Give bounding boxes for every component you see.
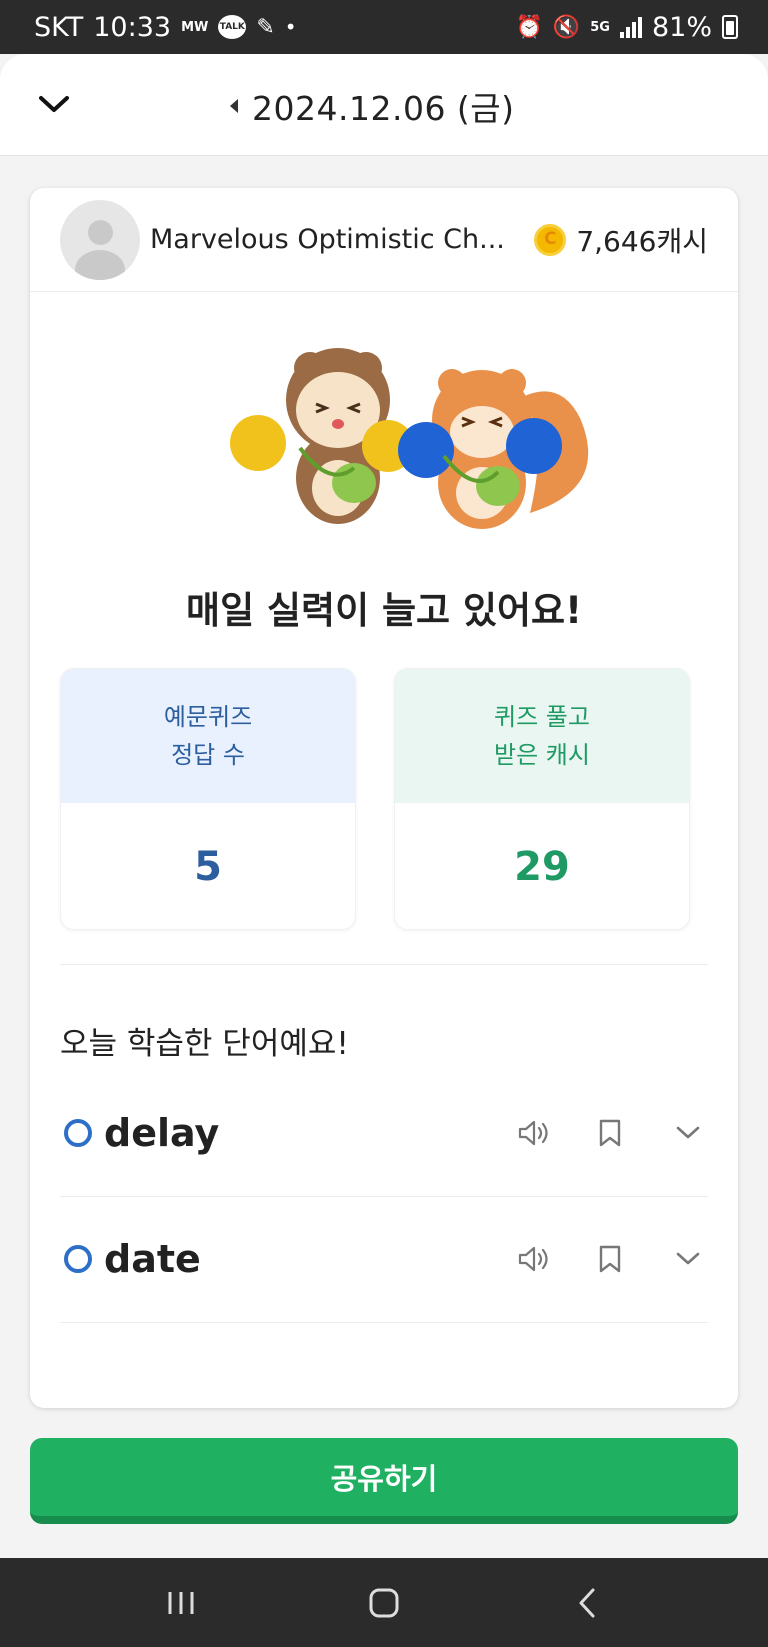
earned-cash-label-line1: 퀴즈 풀고 — [494, 703, 590, 731]
status-left: SKT 10:33 MW TALK ✎ • — [34, 12, 297, 43]
bookmark-button[interactable] — [590, 1239, 630, 1279]
speaker-button[interactable] — [514, 1113, 554, 1153]
bookmark-icon — [599, 1245, 621, 1273]
word-row[interactable]: delay — [60, 1070, 708, 1196]
status-bar: SKT 10:33 MW TALK ✎ • ⏰ 🔇 5G 81% — [0, 0, 768, 54]
word-row[interactable]: date — [60, 1196, 708, 1322]
kakaotalk-icon: TALK — [218, 15, 247, 39]
share-button[interactable]: 공유하기 — [30, 1438, 738, 1524]
system-nav-bar — [0, 1558, 768, 1647]
mw-icon: MW — [181, 19, 209, 35]
word-text: delay — [104, 1111, 220, 1155]
quiz-correct-label: 예문퀴즈 정답 수 — [61, 669, 355, 803]
quiz-correct-label-line2: 정답 수 — [171, 741, 245, 769]
date-title: 2024.12.06 (금) — [252, 89, 515, 128]
sheet-header: 2024.12.06 (금) — [0, 54, 768, 156]
network-type-icon: 5G — [590, 19, 610, 35]
recent-apps-button[interactable] — [151, 1578, 211, 1628]
cheering-mascots-illustration — [230, 348, 589, 529]
status-right: ⏰ 🔇 5G 81% — [515, 12, 738, 43]
bookmark-button[interactable] — [590, 1113, 630, 1153]
date-selector: 2024.12.06 (금) — [230, 82, 515, 130]
previous-date-icon[interactable] — [230, 99, 238, 113]
signal-icon — [619, 16, 642, 38]
word-divider — [60, 1322, 708, 1323]
recent-apps-icon — [168, 1591, 194, 1614]
earned-cash-label: 퀴즈 풀고 받은 캐시 — [395, 669, 689, 803]
home-icon — [369, 1588, 399, 1617]
result-headline: 매일 실력이 늘고 있어요! — [186, 589, 582, 632]
battery-percent: 81% — [651, 11, 712, 43]
bookmark-icon — [599, 1119, 621, 1147]
earned-cash-value: 29 — [395, 803, 689, 929]
back-button[interactable] — [557, 1578, 617, 1628]
profile-name: Marvelous Optimistic Ch... — [150, 224, 505, 255]
correct-circle-icon — [64, 1119, 92, 1147]
quiz-correct-value: 5 — [61, 803, 355, 929]
speaker-icon — [518, 1246, 548, 1272]
result-card: Marvelous Optimistic Ch... 7,646캐시 — [30, 188, 738, 1408]
more-notifications-dot: • — [284, 15, 297, 39]
app-notification-icon: ✎ — [256, 14, 275, 40]
alarm-icon: ⏰ — [515, 14, 543, 40]
section-divider — [60, 964, 708, 965]
expand-button[interactable] — [668, 1239, 708, 1279]
coin-icon — [534, 223, 567, 256]
speaker-button[interactable] — [514, 1239, 554, 1279]
expand-button[interactable] — [668, 1113, 708, 1153]
earned-cash-label-line2: 받은 캐시 — [494, 741, 590, 769]
clock: 10:33 — [93, 11, 172, 43]
chevron-down-icon — [676, 1126, 700, 1139]
quiz-correct-label-line1: 예문퀴즈 — [163, 703, 253, 731]
collapse-button[interactable] — [34, 84, 74, 124]
profile-row: Marvelous Optimistic Ch... 7,646캐시 — [30, 188, 738, 292]
cash-balance: 7,646캐시 — [576, 224, 708, 258]
carrier-label: SKT — [34, 11, 84, 43]
mute-icon: 🔇 — [552, 14, 581, 40]
avatar — [60, 199, 140, 280]
back-icon — [579, 1588, 595, 1617]
word-text: date — [104, 1237, 201, 1281]
chevron-down-icon — [39, 96, 69, 112]
correct-circle-icon — [64, 1245, 92, 1273]
home-button[interactable] — [354, 1578, 414, 1628]
words-section-title: 오늘 학습한 단어예요! — [60, 1026, 349, 1062]
speaker-icon — [518, 1120, 548, 1146]
battery-icon — [722, 15, 738, 39]
earned-cash-stat: 퀴즈 풀고 받은 캐시 29 — [394, 668, 690, 930]
chevron-down-icon — [676, 1252, 700, 1265]
quiz-correct-stat: 예문퀴즈 정답 수 5 — [60, 668, 356, 930]
